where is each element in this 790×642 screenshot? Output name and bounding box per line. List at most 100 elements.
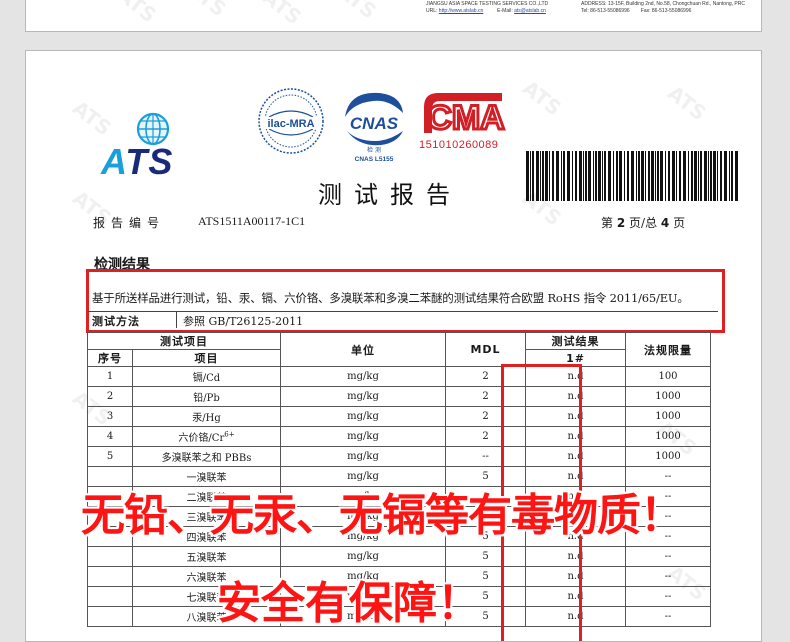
barcode-bar (583, 151, 584, 201)
barcode-bar (665, 151, 666, 201)
barcode-bar (676, 151, 677, 201)
cell-limit: 100 (625, 366, 711, 387)
watermark: ATS (113, 0, 161, 28)
header-mdl: MDL (445, 332, 526, 367)
cell-unit-text: mg/kg (347, 371, 379, 382)
method-label: 测试方法 (92, 315, 140, 328)
cell-no: 2 (87, 386, 133, 407)
header-test-items: 测试项目 (87, 332, 281, 350)
cell-unit-text: mg/kg (347, 451, 379, 462)
promo-headline: 无铅、无汞、无镉等有毒物质！ (81, 490, 684, 541)
cell-limit-text: -- (664, 611, 672, 622)
lab-fax: 86-513-55086996 (651, 8, 692, 14)
cell-limit: -- (625, 606, 711, 627)
cell-limit: 1000 (625, 446, 711, 467)
barcode-bar (604, 151, 606, 201)
ilac-mra-icon: ilac-MRA (258, 88, 324, 154)
cell-limit-text: 1000 (655, 411, 681, 422)
cell-limit: -- (625, 586, 711, 607)
cell-item-text: 六价铬/Cr (178, 433, 225, 444)
barcode-bar (561, 151, 562, 201)
barcode-bar (648, 151, 650, 201)
cell-limit-text: -- (664, 591, 672, 602)
report-no-label: 报告编号 (93, 216, 166, 230)
address-label: ADDRESS: (581, 1, 607, 7)
cell-no-text: 4 (106, 431, 114, 442)
barcode-bar (720, 151, 722, 201)
barcode-bar (724, 151, 727, 201)
cell-mdl-text: -- (482, 451, 489, 462)
barcode-bar (575, 151, 577, 201)
ilac-text: ilac-MRA (267, 118, 314, 130)
barcode-bar (530, 151, 531, 201)
cell-item: 铅/Pb (132, 386, 281, 407)
lab-contact-right: ADDRESS: 13-15F, Building 2nd, No.58, Ch… (581, 1, 745, 15)
cell-item-text: 镉/Cd (192, 373, 221, 384)
barcode-bar (651, 151, 654, 201)
cell-unit: mg/kg (280, 446, 446, 467)
cell-item-text: 五溴联苯 (186, 553, 227, 564)
cell-limit: -- (625, 546, 711, 567)
barcode-bar (683, 151, 686, 201)
cell-no-text: 3 (106, 411, 114, 422)
cell-no (87, 546, 133, 567)
barcode-bar (717, 151, 718, 201)
cell-mdl-text: 2 (482, 431, 489, 442)
cell-limit-text: 100 (658, 371, 678, 382)
barcode-bar (563, 151, 565, 201)
page-current: 2 (616, 216, 626, 230)
barcode-bar (660, 151, 663, 201)
cell-unit: mg/kg (280, 386, 446, 407)
cell-limit: 1000 (625, 386, 711, 407)
barcode-bar (691, 151, 693, 201)
lab-tel: 86-513-55086996 (590, 8, 630, 14)
barcode-bar (638, 151, 640, 201)
barcode-bar (536, 151, 539, 201)
cell-unit-text: mg/kg (347, 551, 379, 562)
cell-limit-text: -- (664, 551, 672, 562)
cnas-sub-text: 检 测 (367, 146, 381, 154)
barcode-icon (526, 151, 738, 201)
cell-no: 3 (87, 406, 133, 427)
report-title: 测试报告 (318, 181, 462, 209)
method-separator (176, 311, 177, 328)
barcode-bar (655, 151, 656, 201)
barcode-bar (526, 151, 529, 201)
header-limit: 法规限量 (625, 332, 711, 367)
cell-mdl-text: 5 (482, 611, 489, 622)
barcode-bar (688, 151, 689, 201)
barcode-bar (713, 151, 716, 201)
barcode-bar (645, 151, 646, 201)
watermark: ATS (333, 0, 381, 24)
barcode-bar (532, 151, 534, 201)
cell-mdl-text: 5 (482, 551, 489, 562)
barcode-bar (542, 151, 544, 201)
barcode-bar (636, 151, 637, 201)
lab-url-link[interactable]: http://www.atslab.cn (439, 8, 483, 14)
report-number: ATS1511A00117-1C1 (198, 214, 306, 228)
barcode-bar (641, 151, 644, 201)
barcode-bar (602, 151, 603, 201)
barcode-bar (694, 151, 697, 201)
cell-limit-text: 1000 (655, 391, 681, 402)
barcode-bar (572, 151, 573, 201)
cell-unit-text: mg/kg (347, 431, 379, 442)
table-row: 1 镉/Cd mg/kg 2 n.d 100 (87, 366, 711, 387)
barcode-bar (624, 151, 625, 201)
cnas-icon: CNAS 检 测 CNAS L5155 (345, 92, 403, 163)
cell-limit: 1000 (625, 426, 711, 447)
barcode-bar (619, 151, 622, 201)
barcode-bar (631, 151, 634, 201)
cell-item: 五溴联苯 (132, 546, 281, 567)
cell-no-text: 5 (106, 451, 114, 462)
table-row: 五溴联苯 mg/kg 5 n.d -- (87, 546, 711, 567)
cell-no (87, 606, 133, 627)
table-row: 2 铅/Pb mg/kg 2 n.d 1000 (87, 386, 711, 407)
barcode-bar (708, 151, 709, 201)
cell-unit: mg/kg (280, 546, 446, 567)
watermark: ATS (663, 80, 711, 126)
header-no: 序号 (87, 349, 133, 367)
lab-email-link[interactable]: ats@atslab.cn (514, 8, 546, 14)
barcode-bar (710, 151, 712, 201)
cell-limit-text: -- (664, 571, 672, 582)
